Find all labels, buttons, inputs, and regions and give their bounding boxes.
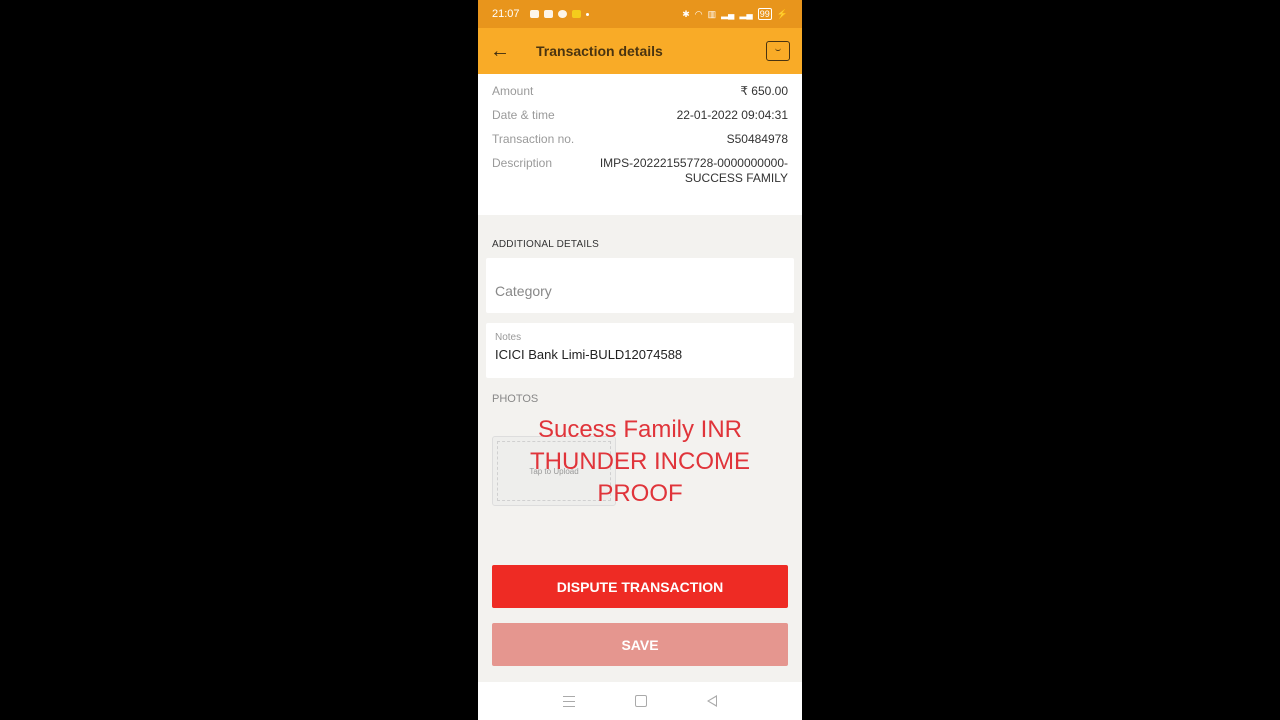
recent-apps-icon[interactable]	[563, 695, 575, 707]
detail-row-description: Description IMPS-202221557728-0000000000…	[492, 156, 788, 186]
status-bar: 21:07 ✱ ◠ ▥ ▂▄ ▂▄ 99 ⚡	[478, 0, 802, 28]
page-title: Transaction details	[536, 43, 663, 59]
detail-label: Transaction no.	[492, 132, 575, 146]
notes-value: ICICI Bank Limi-BULD12074588	[495, 347, 683, 362]
detail-row-date: Date & time 22-01-2022 09:04:31	[492, 108, 788, 123]
more-notifications-icon	[585, 12, 589, 16]
system-nav-bar	[478, 682, 802, 720]
overlay-line-2: THUNDER INCOME	[530, 448, 750, 475]
app-notification-icon	[571, 10, 581, 18]
notes-field[interactable]: Notes ICICI Bank Limi-BULD12074588	[486, 323, 794, 378]
arrow-left-icon[interactable]: ←	[490, 40, 520, 63]
transaction-details: Amount ₹ 650.00 Date & time 22-01-2022 0…	[478, 74, 802, 215]
chat-bubble-icon	[557, 10, 567, 18]
additional-details-heading: ADDITIONAL DETAILS	[492, 239, 599, 250]
status-time: 21:07	[492, 8, 520, 20]
detail-value: ₹ 650.00	[740, 84, 788, 98]
signal-icon: ▂▄	[721, 8, 735, 19]
category-placeholder: Category	[495, 283, 552, 299]
wifi-icon: ◠	[694, 8, 703, 19]
home-icon[interactable]	[635, 695, 647, 707]
notes-label: Notes	[495, 332, 522, 343]
detail-row-amount: Amount ₹ 650.00	[492, 84, 788, 99]
detail-label: Date & time	[492, 108, 555, 122]
overlay-line-3: PROOF	[597, 480, 683, 507]
detail-value: S50484978	[726, 132, 788, 146]
bluetooth-icon: ✱	[682, 8, 690, 19]
signal-icon-2: ▂▄	[739, 8, 753, 19]
detail-value: 22-01-2022 09:04:31	[676, 108, 788, 122]
telegram-icon	[543, 10, 553, 18]
detail-value: IMPS-202221557728-0000000000-SUCCESS FAM…	[599, 156, 788, 185]
battery-icon: 99	[757, 8, 772, 20]
save-button[interactable]: SAVE	[492, 623, 788, 666]
detail-row-transaction-no: Transaction no. S50484978	[492, 132, 788, 147]
charging-icon: ⚡	[776, 8, 788, 19]
phone-screen: 21:07 ✱ ◠ ▥ ▂▄ ▂▄ 99 ⚡ ← Transaction det…	[478, 0, 802, 720]
category-field[interactable]: Category	[486, 258, 794, 313]
message-icon	[529, 10, 539, 18]
back-triangle-icon[interactable]	[707, 695, 717, 707]
detail-label: Description	[492, 156, 553, 170]
overlay-caption: Sucess Family INR THUNDER INCOME PROOF	[478, 414, 802, 510]
volte-icon: ▥	[707, 8, 717, 19]
app-bar: ← Transaction details	[478, 28, 802, 74]
overlay-line-1: Sucess Family INR	[537, 416, 743, 443]
detail-label: Amount	[492, 84, 534, 98]
photos-heading: PHOTOS	[492, 393, 539, 405]
dispute-transaction-button[interactable]: DISPUTE TRANSACTION	[492, 565, 788, 608]
chat-icon[interactable]	[766, 41, 790, 61]
